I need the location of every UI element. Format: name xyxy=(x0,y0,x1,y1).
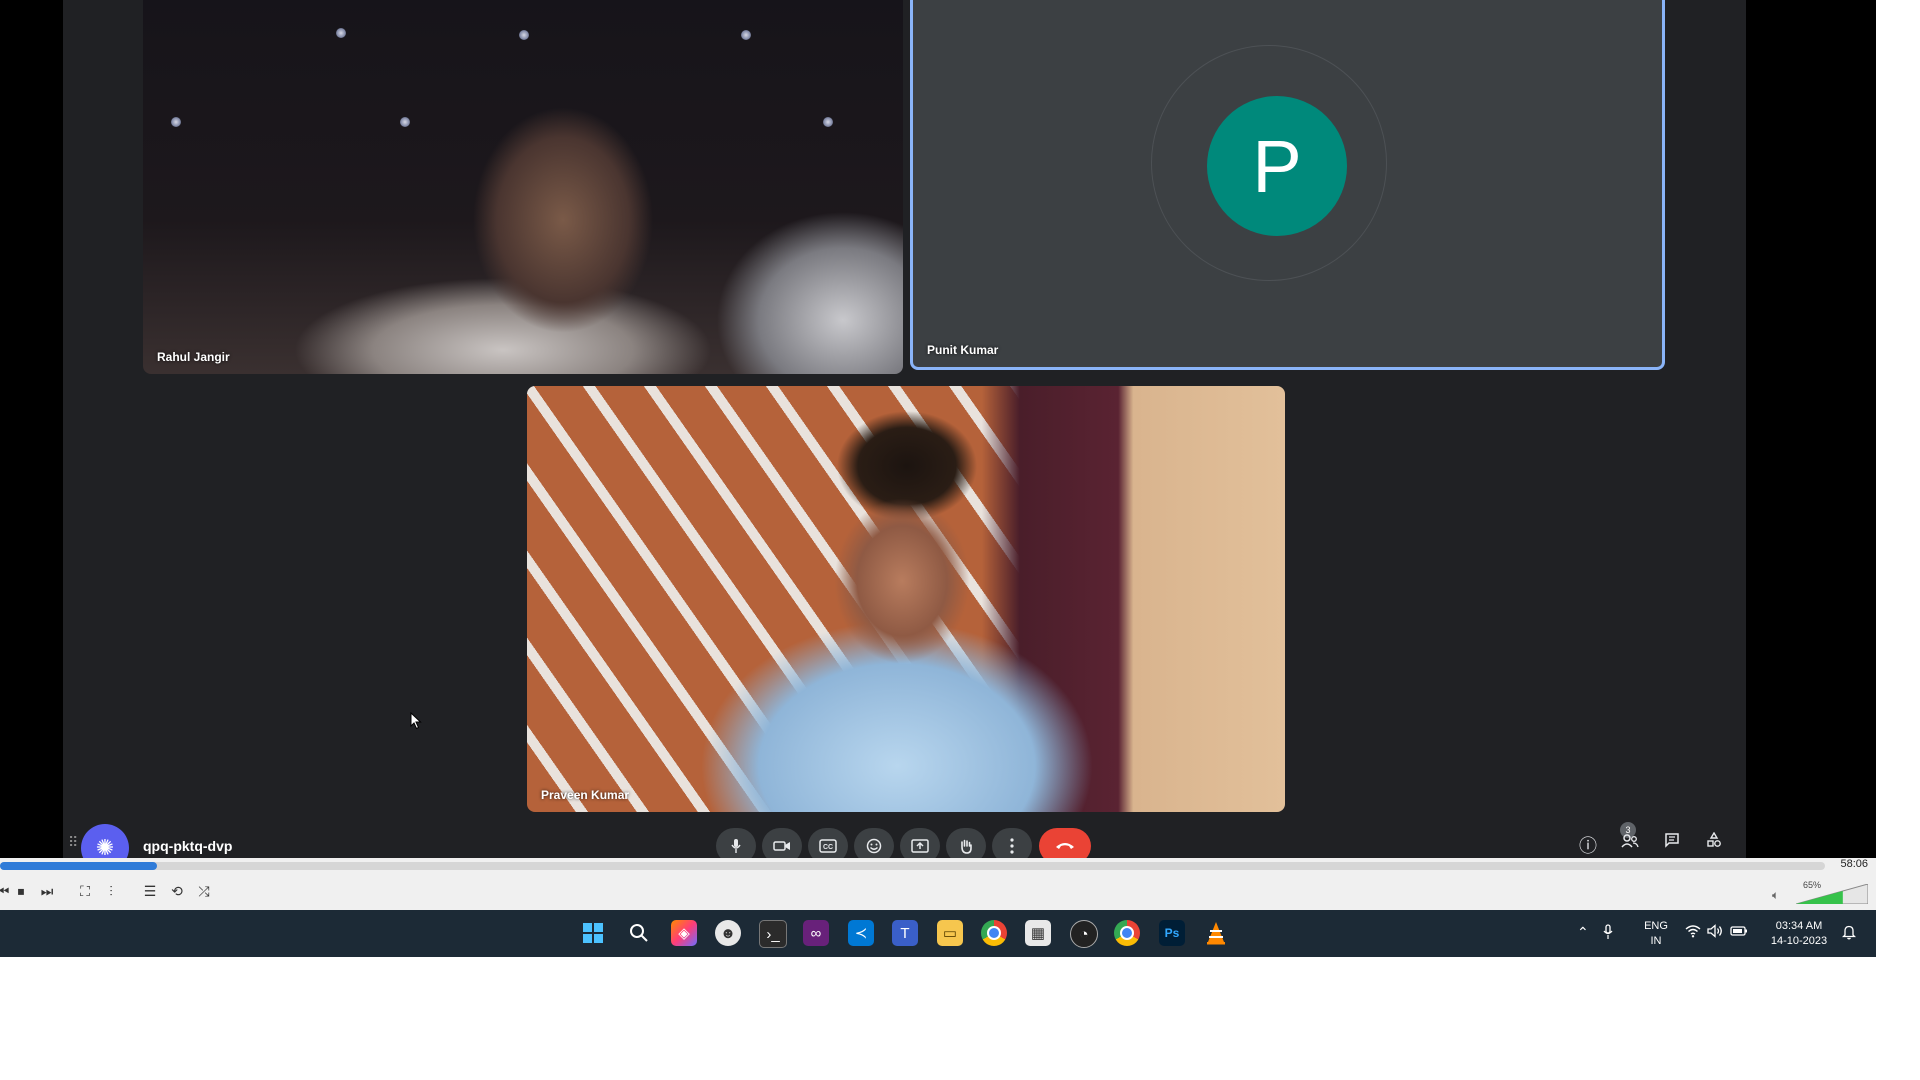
participant-name: Rahul Jangir xyxy=(157,350,230,364)
terminal-icon[interactable]: ›_ xyxy=(759,920,787,948)
drag-handle-icon[interactable]: ⠿ xyxy=(68,834,78,851)
search-icon[interactable] xyxy=(626,920,652,946)
shuffle-icon[interactable]: ⤮ xyxy=(193,880,215,902)
meeting-code: qpq-pktq-dvp xyxy=(143,838,233,854)
obs-icon[interactable]: ◔ xyxy=(1070,920,1098,948)
file-explorer-icon[interactable]: ▭ xyxy=(937,920,963,946)
chat-icon[interactable] xyxy=(1658,832,1686,853)
more-options-icon xyxy=(1010,838,1014,854)
taskbar: ◈ ☻ ›_ ∞ ≺ T ▭ ▦ ◔ Ps ⌃ ENG IN 03:34 AM … xyxy=(0,910,1876,957)
loop-icon[interactable]: ⟲ xyxy=(166,880,188,902)
input-language[interactable]: ENG IN xyxy=(1636,919,1676,949)
region-code: IN xyxy=(1650,935,1662,947)
battery-icon[interactable] xyxy=(1730,924,1748,940)
camera-icon xyxy=(773,841,790,851)
next-icon[interactable]: ⏭ xyxy=(36,880,58,902)
media-player-bar: 58:06 ⏮ ⏹ ⏭ ⛶ ⫶ ☰ ⟲ ⤮ 🔈︎ 65% xyxy=(0,858,1876,910)
headboard-stud xyxy=(519,30,529,40)
clock[interactable]: 03:34 AM 14-10-2023 xyxy=(1762,919,1836,949)
headboard-stud xyxy=(400,117,410,127)
video-tile-praveen[interactable]: Praveen Kumar xyxy=(527,386,1285,812)
teams-icon[interactable]: T xyxy=(892,920,918,946)
wifi-icon[interactable] xyxy=(1685,924,1701,941)
clock-date: 14-10-2023 xyxy=(1770,935,1828,947)
volume-percent: 65% xyxy=(1803,880,1822,890)
vscode-icon[interactable]: ≺ xyxy=(848,920,874,946)
meet-window: Rahul Jangir P Punit Kumar Praveen Kumar xyxy=(63,0,1746,858)
activities-icon[interactable] xyxy=(1700,831,1728,853)
mouse-cursor-icon xyxy=(410,712,422,730)
emoji-icon xyxy=(866,838,882,854)
chat-app-icon[interactable]: ☻ xyxy=(715,920,741,946)
volume-tray-icon[interactable] xyxy=(1707,924,1723,941)
tray-overflow-icon[interactable]: ⌃ xyxy=(1577,924,1589,941)
captions-icon: CC xyxy=(819,839,837,853)
chrome-profile-icon[interactable] xyxy=(1114,920,1140,946)
participant-name: Punit Kumar xyxy=(927,343,999,357)
headboard-stud xyxy=(171,117,181,127)
headboard-stud xyxy=(741,30,751,40)
participant-name: Praveen Kumar xyxy=(541,788,630,802)
playlist-icon[interactable]: ☰ xyxy=(139,880,161,902)
video-tile-rahul[interactable]: Rahul Jangir xyxy=(143,0,903,374)
calculator-icon[interactable]: ▦ xyxy=(1025,920,1051,946)
headboard-stud xyxy=(336,28,346,38)
info-icon[interactable]: ⓘ xyxy=(1574,832,1602,858)
people-icon[interactable] xyxy=(1616,832,1644,853)
windows-start-icon[interactable] xyxy=(580,920,606,946)
svg-text:CC: CC xyxy=(823,844,833,851)
visual-studio-icon[interactable]: ∞ xyxy=(803,920,829,946)
microphone-tray-icon[interactable] xyxy=(1603,924,1613,943)
extended-settings-icon[interactable]: ⫶ xyxy=(100,880,122,902)
avatar: P xyxy=(1207,96,1347,236)
speaker-icon[interactable]: 🔈︎ xyxy=(1772,888,1779,903)
seek-bar[interactable] xyxy=(0,862,1825,870)
vlc-icon[interactable] xyxy=(1203,920,1229,946)
meeting-controls-bar: ⠿ ✺ qpq-pktq-dvp CC ⓘ 3 xyxy=(63,820,1746,872)
fullscreen-icon[interactable]: ⛶ xyxy=(74,880,96,902)
mic-icon xyxy=(731,839,741,853)
raise-hand-icon xyxy=(961,839,972,854)
clock-time: 03:34 AM xyxy=(1775,920,1823,932)
present-icon xyxy=(911,839,929,853)
language-code: ENG xyxy=(1644,920,1668,932)
elapsed-time: 58:06 xyxy=(1840,858,1868,870)
headboard-stud xyxy=(823,117,833,127)
photoshop-icon[interactable]: Ps xyxy=(1159,920,1185,946)
chrome-icon[interactable] xyxy=(981,920,1007,946)
screen: Rahul Jangir P Punit Kumar Praveen Kumar… xyxy=(0,0,1876,957)
chrome-center xyxy=(987,926,1001,940)
stop-icon[interactable]: ⏹ xyxy=(10,880,32,902)
notifications-icon[interactable] xyxy=(1841,924,1857,943)
seek-progress xyxy=(0,862,157,870)
chrome-center xyxy=(1120,926,1134,940)
video-tile-punit[interactable]: P Punit Kumar xyxy=(910,0,1665,370)
end-call-icon xyxy=(1056,843,1074,849)
widgets-icon[interactable]: ◈ xyxy=(671,920,697,946)
